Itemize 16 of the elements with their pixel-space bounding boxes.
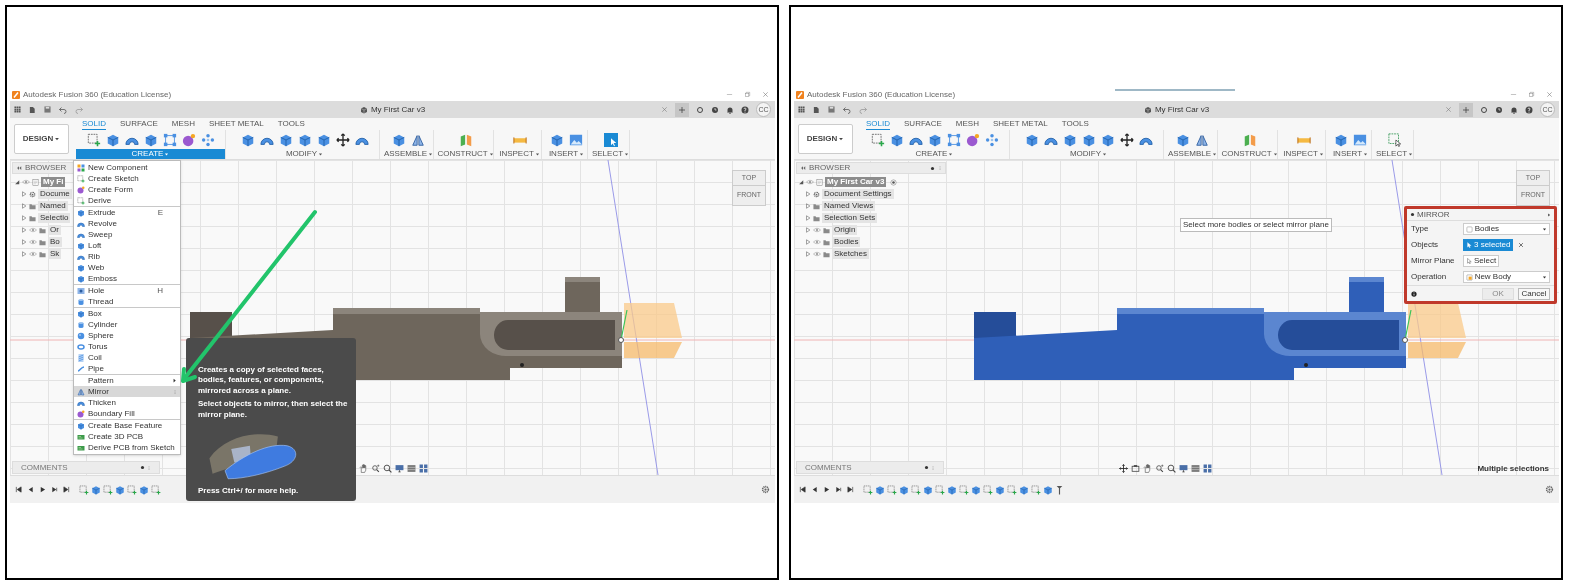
browser-title: BROWSER (25, 164, 67, 172)
viewport-hint: Select more bodies or select mirror plane (1180, 218, 1332, 232)
field-label: Operation (1411, 271, 1448, 283)
comments-label: COMMENTS (805, 463, 852, 472)
field-label: Type (1411, 223, 1430, 235)
comments-label: COMMENTS (21, 463, 68, 472)
field-label: Objects (1411, 239, 1440, 251)
status-text: Multiple selections (1477, 463, 1549, 475)
app-title: Autodesk Fusion 360 (Education License) (807, 90, 956, 99)
tooltip-description: Creates a copy of selected faces, bodies, features, or components, mirrored across a plane. (198, 365, 325, 397)
tooltip-help: Press Ctrl+/ for more help. (198, 485, 300, 497)
dialog-title: MIRROR (1417, 210, 1450, 219)
tooltip-instruction: Select objects to mirror, then select the mirror plane. (198, 399, 349, 420)
app-title: Autodesk Fusion 360 (Education License) (23, 90, 172, 99)
browser-title: BROWSER (809, 164, 851, 172)
field-label: Mirror Plane (1411, 255, 1456, 267)
